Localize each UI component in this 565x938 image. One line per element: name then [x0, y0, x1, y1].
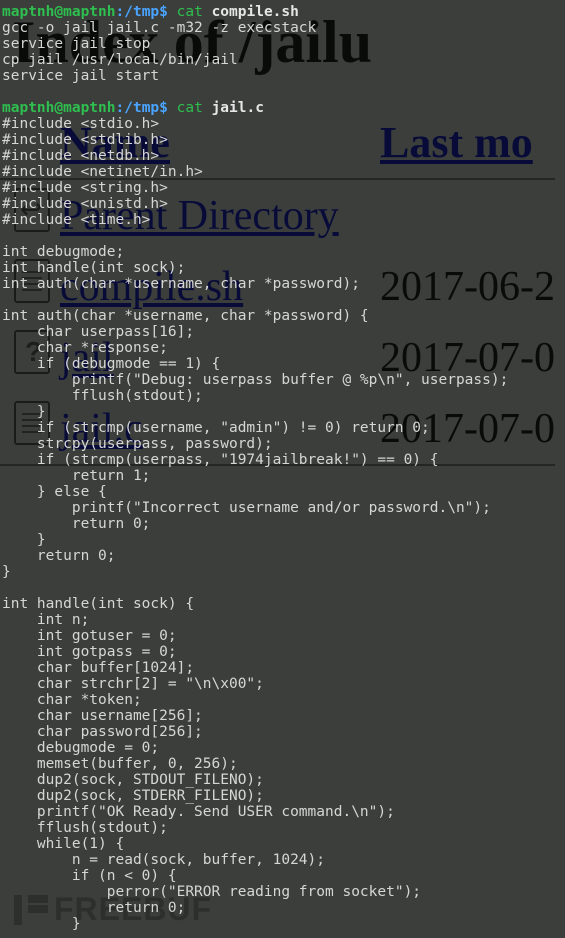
prompt-arg: jail.c [212, 100, 264, 116]
prompt-path: :/tmp [116, 4, 160, 20]
prompt-arg: compile.sh [212, 4, 299, 20]
prompt-command: cat [177, 4, 203, 20]
prompt-user: maptnh@maptnh [2, 100, 116, 116]
terminal-window[interactable]: maptnh@maptnh:/tmp$ cat compile.sh gcc -… [0, 0, 565, 938]
prompt-dollar: $ [159, 100, 168, 116]
prompt-command: cat [177, 100, 203, 116]
prompt-dollar: $ [159, 4, 168, 20]
terminal-output: gcc -o jail jail.c -m32 -z execstack ser… [2, 20, 316, 84]
prompt-user: maptnh@maptnh [2, 4, 116, 20]
prompt-path: :/tmp [116, 100, 160, 116]
terminal-output: #include <stdio.h> #include <stdlib.h> #… [2, 116, 508, 932]
